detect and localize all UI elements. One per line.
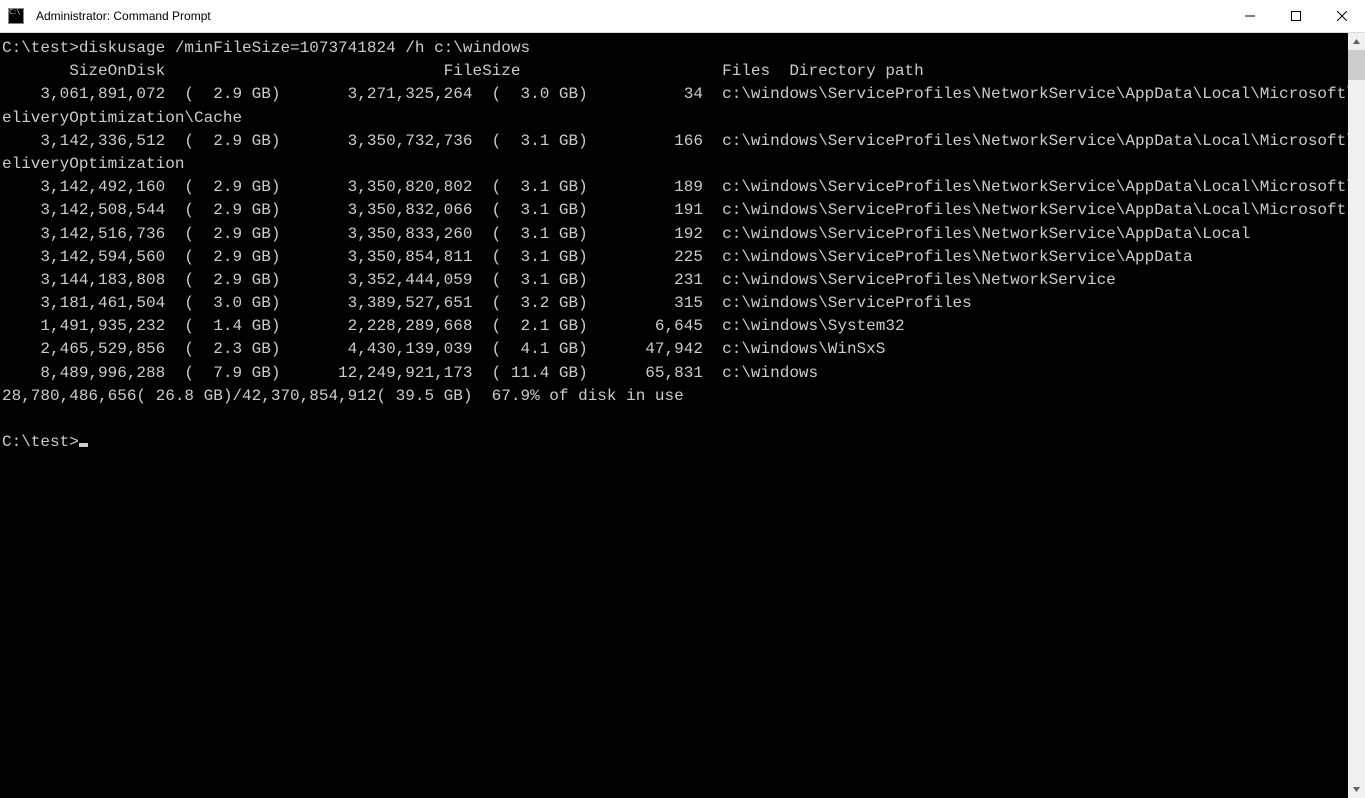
cursor	[79, 443, 88, 447]
titlebar[interactable]: Administrator: Command Prompt	[0, 0, 1365, 33]
minimize-button[interactable]	[1227, 0, 1273, 32]
scroll-thumb[interactable]	[1348, 50, 1365, 80]
content-area: C:\test>diskusage /minFileSize=107374182…	[0, 33, 1365, 798]
close-button[interactable]	[1319, 0, 1365, 32]
window-title: Administrator: Command Prompt	[32, 9, 211, 23]
scroll-down-button[interactable]	[1348, 781, 1365, 798]
scroll-up-button[interactable]	[1348, 33, 1365, 50]
cmd-window: Administrator: Command Prompt C:\test>di…	[0, 0, 1365, 798]
terminal-output[interactable]: C:\test>diskusage /minFileSize=107374182…	[0, 33, 1348, 798]
maximize-button[interactable]	[1273, 0, 1319, 32]
cmd-icon	[0, 0, 32, 32]
scroll-track[interactable]	[1348, 50, 1365, 781]
vertical-scrollbar[interactable]	[1348, 33, 1365, 798]
